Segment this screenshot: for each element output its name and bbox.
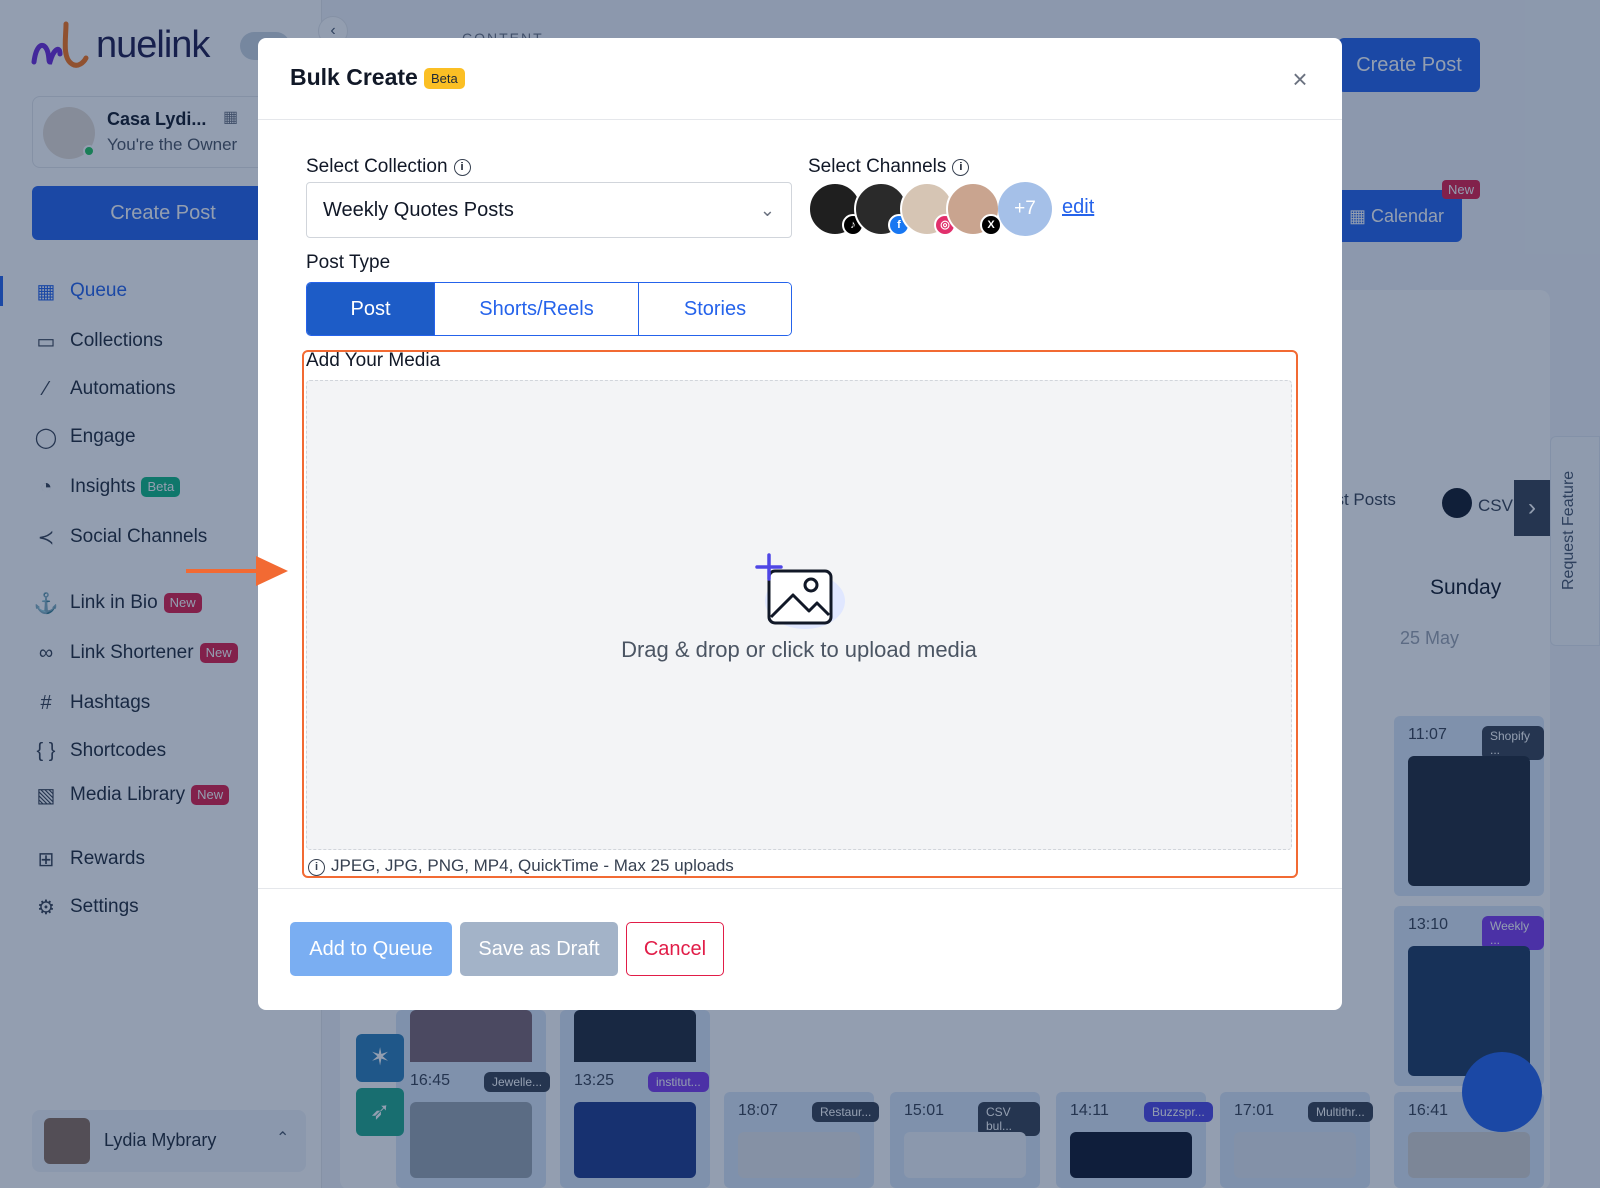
modal-header: Bulk Create Beta × [258, 38, 1342, 120]
dropzone-text: Drag & drop or click to upload media [621, 637, 977, 662]
info-icon[interactable]: i [453, 159, 471, 176]
collection-select-value: Weekly Quotes Posts [323, 199, 514, 221]
upload-hint: i JPEG, JPG, PNG, MP4, QuickTime - Max 25… [308, 856, 734, 876]
channels-edit-link[interactable]: edit [1062, 196, 1094, 219]
close-icon[interactable]: × [1288, 64, 1312, 95]
select-channels-text: Select Channels [808, 156, 947, 177]
media-dropzone[interactable]: Drag & drop or click to upload media [306, 380, 1292, 850]
upload-hint-text: JPEG, JPG, PNG, MP4, QuickTime - Max 25 … [331, 856, 734, 875]
post-type-label: Post Type [306, 252, 391, 273]
add-to-queue-button[interactable]: Add to Queue [290, 922, 452, 976]
channel-avatar-x[interactable]: X [946, 182, 1002, 236]
bulk-create-modal: Bulk Create Beta × Select Collection i We… [258, 38, 1342, 1010]
post-type-post[interactable]: Post [307, 283, 435, 335]
channels-more-count[interactable]: +7 [998, 182, 1052, 236]
info-icon[interactable]: i [952, 159, 970, 176]
select-collection-text: Select Collection [306, 156, 448, 177]
info-icon: i [308, 859, 325, 876]
modal-footer-divider [258, 888, 1342, 889]
annotation-arrow-head [256, 556, 288, 586]
post-type-shorts-reels[interactable]: Shorts/Reels [435, 283, 639, 335]
add-media-label: Add Your Media [306, 350, 441, 371]
cancel-button[interactable]: Cancel [626, 922, 724, 976]
app-window: nuelink Casa Lydi... You're the Owner ▦ … [0, 0, 1600, 1188]
post-type-segmented-control: Post Shorts/Reels Stories [306, 282, 792, 336]
modal-title: Bulk Create [290, 64, 418, 90]
image-upload-icon [755, 553, 845, 629]
save-as-draft-button[interactable]: Save as Draft [460, 922, 618, 976]
beta-badge: Beta [424, 68, 465, 89]
select-collection-label: Select Collection i [306, 156, 471, 178]
annotation-arrow [186, 569, 262, 573]
select-channels-label: Select Channels i [808, 156, 970, 178]
collection-select[interactable]: Weekly Quotes Posts ⌄ [306, 182, 792, 238]
post-type-stories[interactable]: Stories [639, 283, 791, 335]
chevron-down-icon: ⌄ [759, 200, 775, 220]
